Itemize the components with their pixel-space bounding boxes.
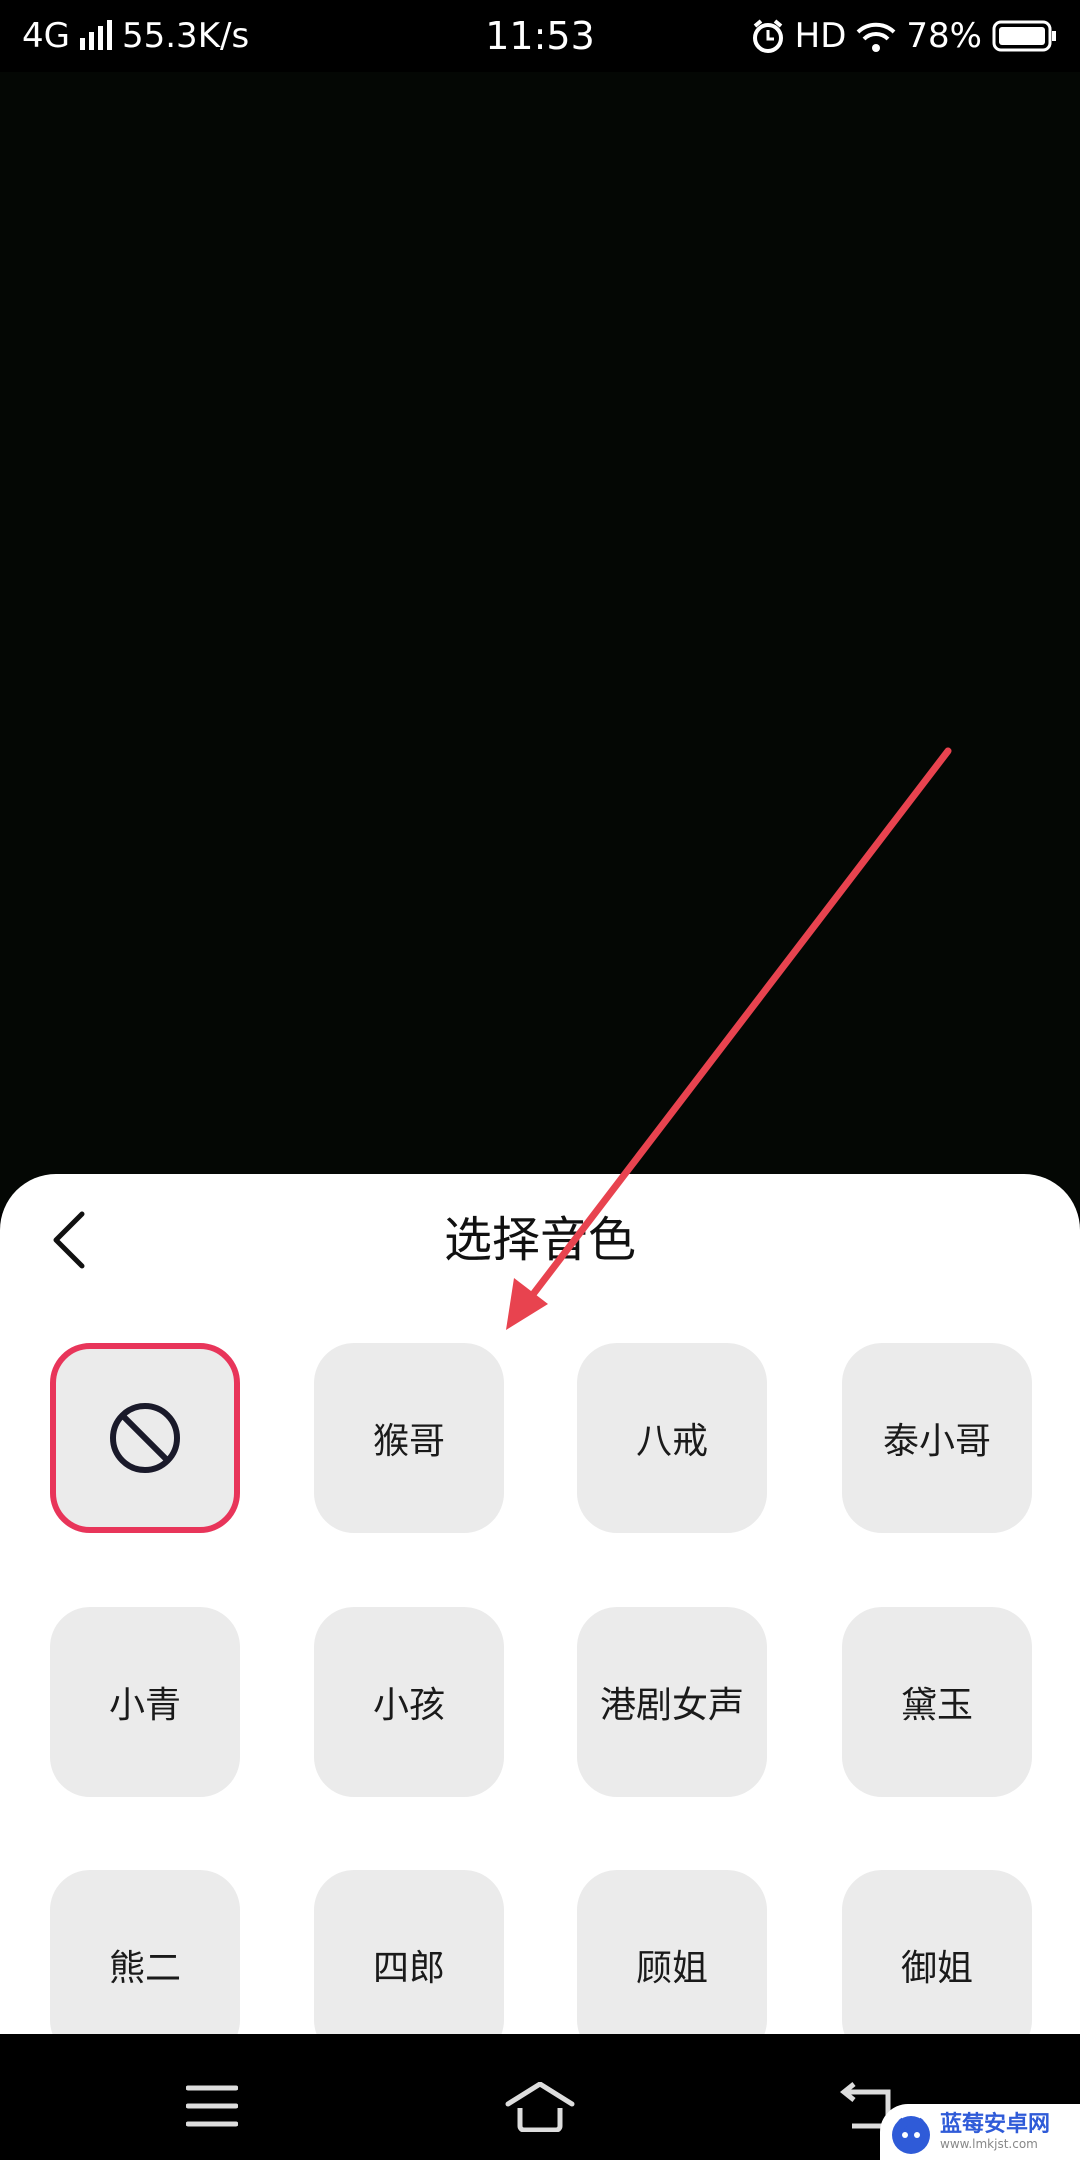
voice-option[interactable]: 御姐	[842, 1870, 1032, 2060]
watermark-logo-icon	[892, 2116, 930, 2154]
alarm-icon	[752, 19, 783, 53]
voice-none-button[interactable]	[50, 1343, 240, 1533]
voice-option[interactable]: 顾姐	[577, 1870, 767, 2060]
wifi-icon	[857, 22, 896, 52]
battery-icon	[992, 20, 1056, 52]
voice-option[interactable]: 熊二	[50, 1870, 240, 2060]
battery-percent: 78%	[906, 16, 982, 56]
menu-icon[interactable]	[186, 2084, 238, 2128]
voice-option[interactable]: 泰小哥	[842, 1343, 1032, 1533]
voice-option[interactable]: 八戒	[577, 1343, 767, 1533]
voice-option[interactable]: 小孩	[314, 1607, 504, 1797]
voice-option[interactable]: 小青	[50, 1607, 240, 1797]
watermark-name: 蓝莓安卓网	[940, 2112, 1051, 2137]
voice-option[interactable]: 黛玉	[842, 1607, 1032, 1797]
watermark-url: www.lmkjst.com	[940, 2137, 1038, 2151]
voice-option[interactable]: 四郎	[314, 1870, 504, 2060]
sheet-title: 选择音色	[443, 1212, 636, 1268]
prohibited-icon	[110, 1403, 180, 1473]
video-preview	[0, 72, 1080, 1212]
watermark: 蓝莓安卓网 www.lmkjst.com	[880, 2104, 1080, 2160]
status-bar: 4G 55.3K/s 11:53 HD 78%	[0, 0, 1080, 72]
voice-option[interactable]: 猴哥	[314, 1343, 504, 1533]
home-icon[interactable]	[504, 2082, 576, 2132]
hd-indicator: HD	[794, 16, 847, 56]
voice-option[interactable]: 港剧女声	[577, 1607, 767, 1797]
